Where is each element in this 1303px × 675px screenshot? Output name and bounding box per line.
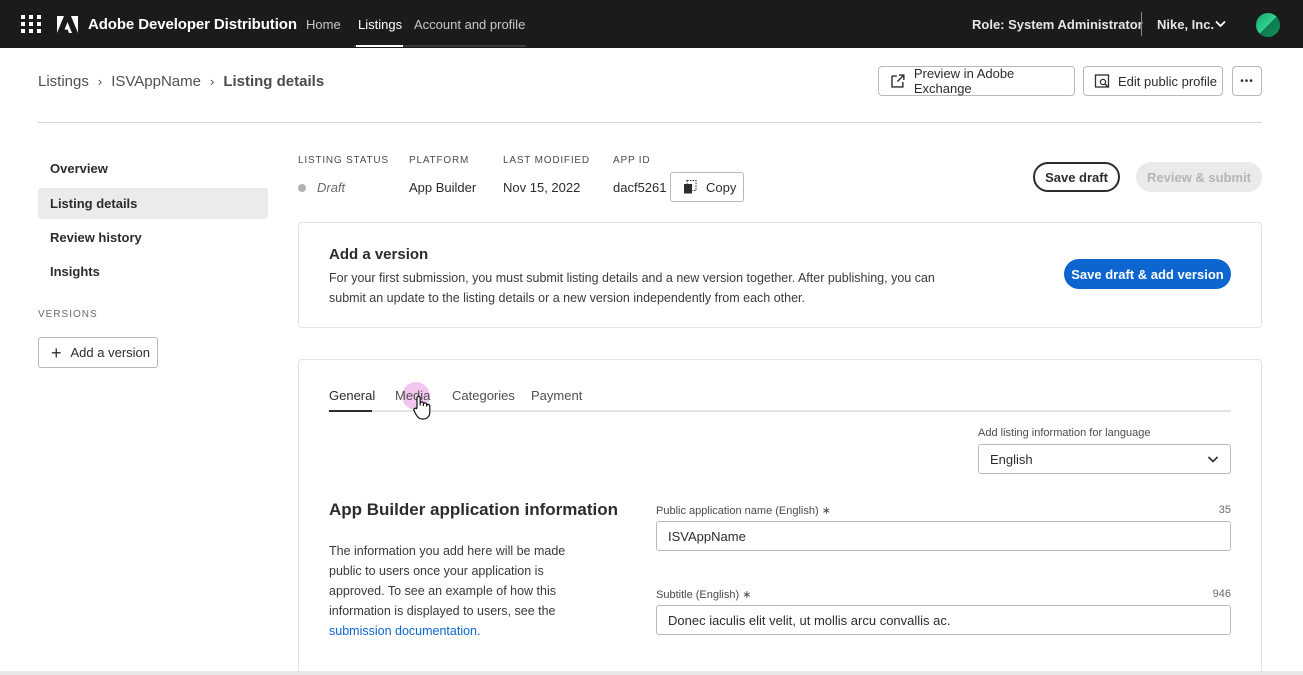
more-actions-button[interactable]: ••• — [1232, 66, 1262, 96]
nav-active-indicator — [356, 45, 403, 47]
app-name[interactable]: Adobe Developer Distribution — [88, 16, 297, 33]
section-description: The information you add here will be mad… — [329, 541, 579, 641]
plus-icon: + — [51, 342, 62, 363]
last-modified-value: Nov 15, 2022 — [503, 180, 581, 195]
save-draft-add-version-button[interactable]: Save draft & add version — [1064, 259, 1231, 289]
tab-baseline — [329, 410, 1231, 412]
language-select[interactable]: English — [978, 444, 1231, 474]
breadcrumb-app[interactable]: ISVAppName — [111, 73, 201, 90]
tab-general[interactable]: General — [329, 388, 375, 403]
section-title: App Builder application information — [329, 500, 618, 519]
sidebar-item-insights[interactable]: Insights — [38, 256, 268, 287]
add-version-button[interactable]: + Add a version — [38, 337, 158, 368]
app-name-input[interactable]: ISVAppName — [656, 521, 1231, 551]
add-version-label: Add a version — [70, 345, 151, 360]
sidebar-item-listing-details[interactable]: Listing details — [38, 188, 268, 219]
sidebar-item-label: Listing details — [50, 196, 138, 211]
sidebar-item-review-history[interactable]: Review history — [38, 222, 268, 253]
chevron-right-icon: › — [209, 74, 215, 89]
hand-cursor-icon — [413, 395, 431, 420]
topbar-divider — [1141, 12, 1142, 36]
sidebar-item-label: Overview — [50, 161, 108, 176]
app-name-char-count: 35 — [1218, 504, 1231, 516]
app-name-input-value: ISVAppName — [668, 528, 746, 544]
add-version-card-title: Add a version — [329, 246, 429, 263]
adobe-logo-icon[interactable] — [57, 16, 78, 33]
preview-label: Preview in Adobe Exchange — [913, 66, 1015, 96]
top-navigation-bar: Adobe Developer Distribution Home Listin… — [0, 0, 1303, 48]
listing-status-value: Draft — [317, 180, 346, 195]
breadcrumb-listings[interactable]: Listings — [38, 73, 89, 90]
tab-active-indicator — [329, 410, 372, 412]
nav-home[interactable]: Home — [306, 17, 341, 32]
edit-profile-label: Edit public profile — [1118, 73, 1217, 89]
section-description-text: The information you add here will be mad… — [329, 544, 566, 618]
app-switcher-grid-icon[interactable] — [21, 15, 41, 33]
last-modified-label: LAST MODIFIED — [503, 155, 590, 166]
sidebar-item-label: Insights — [50, 264, 100, 279]
org-switcher[interactable]: Nike, Inc. — [1157, 17, 1214, 32]
chevron-right-icon: › — [97, 74, 103, 89]
tab-payment[interactable]: Payment — [531, 388, 582, 403]
chevron-down-icon — [1207, 456, 1219, 463]
status-dot-icon — [298, 184, 306, 192]
submission-documentation-link[interactable]: submission documentation. — [329, 624, 480, 638]
app-id-label: APP ID — [613, 155, 651, 166]
app-id-value: dacf5261 — [613, 180, 667, 195]
tab-categories[interactable]: Categories — [452, 388, 515, 403]
sidebar-item-label: Review history — [50, 230, 142, 245]
breadcrumb-current: Listing details — [223, 73, 325, 90]
copy-icon — [684, 180, 697, 194]
role-label: Role: System Administrator — [972, 17, 1143, 32]
copy-label: Copy — [706, 179, 737, 195]
subtitle-char-count: 946 — [1212, 588, 1231, 600]
copy-app-id-button[interactable]: Copy — [670, 172, 744, 202]
breadcrumb: Listings › ISVAppName › Listing details — [38, 73, 324, 90]
sidebar-item-overview[interactable]: Overview — [38, 153, 268, 184]
header-divider — [38, 122, 1262, 123]
add-version-card-body: For your first submission, you must subm… — [329, 271, 935, 305]
app-name-field-label: Public application name (English) ∗ — [656, 505, 831, 517]
save-draft-button[interactable]: Save draft — [1033, 162, 1120, 192]
subtitle-field-label: Subtitle (English) ∗ — [656, 589, 752, 601]
nav-listings[interactable]: Listings — [358, 17, 402, 32]
external-link-icon — [891, 74, 905, 88]
versions-section-label: VERSIONS — [38, 309, 98, 320]
review-submit-button[interactable]: Review & submit — [1136, 162, 1262, 192]
subtitle-input-value: Donec iaculis elit velit, ut mollis arcu… — [668, 612, 951, 628]
avatar[interactable] — [1256, 13, 1280, 37]
platform-value: App Builder — [409, 180, 477, 195]
platform-label: PLATFORM — [409, 155, 470, 166]
edit-public-profile-button[interactable]: Edit public profile — [1083, 66, 1223, 96]
language-select-value: English — [990, 451, 1033, 467]
chevron-down-icon[interactable] — [1215, 20, 1226, 28]
subtitle-input[interactable]: Donec iaculis elit velit, ut mollis arcu… — [656, 605, 1231, 635]
preview-in-exchange-button[interactable]: Preview in Adobe Exchange — [878, 66, 1075, 96]
language-label: Add listing information for language — [978, 427, 1151, 439]
preview-page-icon — [1094, 74, 1110, 88]
listing-status-label: LISTING STATUS — [298, 155, 389, 166]
bottom-edge — [0, 671, 1303, 675]
more-icon: ••• — [1240, 75, 1254, 87]
nav-account-profile[interactable]: Account and profile — [414, 17, 525, 32]
